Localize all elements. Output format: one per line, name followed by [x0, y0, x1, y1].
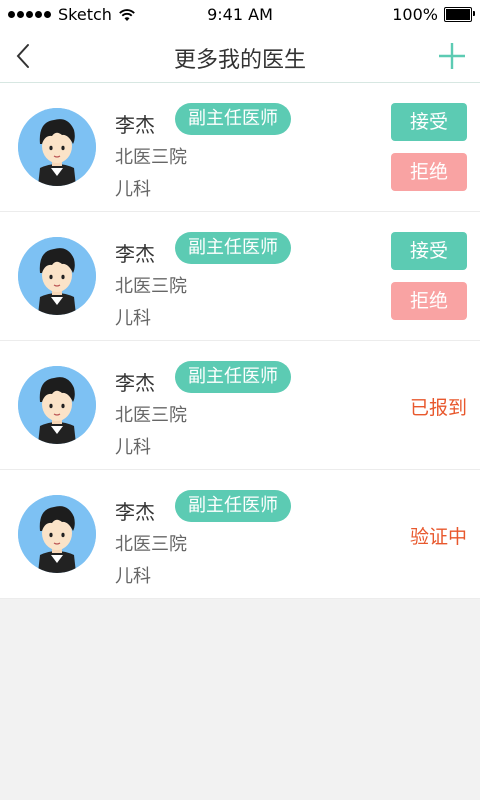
reject-button[interactable]: 拒绝 — [391, 153, 467, 191]
doctor-name: 李杰 — [115, 113, 155, 137]
doctor-row[interactable]: 李杰 副主任医师 北医三院 儿科 验证中 — [0, 470, 480, 599]
title-badge: 副主任医师 — [175, 490, 291, 522]
department-name: 儿科 — [115, 179, 151, 200]
doctor-name: 李杰 — [115, 242, 155, 266]
title-badge: 副主任医师 — [175, 361, 291, 393]
doctor-list: 李杰 副主任医师 北医三院 儿科 接受 拒绝 李杰 副主任医师 北医三院 儿科 … — [0, 83, 480, 599]
checked-in-status: 已报到 — [409, 397, 467, 419]
doctor-row[interactable]: 李杰 副主任医师 北医三院 儿科 已报到 — [0, 341, 480, 470]
hospital-name: 北医三院 — [115, 534, 187, 555]
department-name: 儿科 — [115, 308, 151, 329]
avatar — [18, 237, 96, 315]
status-bar: Sketch 9:41 AM 100% — [0, 0, 480, 30]
hospital-name: 北医三院 — [115, 276, 187, 297]
avatar — [18, 108, 96, 186]
plus-icon — [439, 43, 465, 69]
battery-percent: 100% — [392, 5, 438, 24]
title-badge: 副主任医师 — [175, 232, 291, 264]
department-name: 儿科 — [115, 566, 151, 587]
avatar — [18, 366, 96, 444]
verifying-status: 验证中 — [409, 526, 467, 548]
accept-button[interactable]: 接受 — [391, 232, 467, 270]
avatar — [18, 495, 96, 573]
nav-bar: 更多我的医生 — [0, 30, 480, 83]
accept-button[interactable]: 接受 — [391, 103, 467, 141]
screen: Sketch 9:41 AM 100% 更多我的医生 李杰 副主任医师 北医三院… — [0, 0, 480, 800]
hospital-name: 北医三院 — [115, 405, 187, 426]
hospital-name: 北医三院 — [115, 147, 187, 168]
department-name: 儿科 — [115, 437, 151, 458]
add-button[interactable] — [434, 38, 470, 74]
title-badge: 副主任医师 — [175, 103, 291, 135]
page-title: 更多我的医生 — [173, 48, 306, 73]
doctor-name: 李杰 — [115, 500, 155, 524]
status-right: 100% — [392, 5, 475, 24]
doctor-row[interactable]: 李杰 副主任医师 北医三院 儿科 接受 拒绝 — [0, 83, 480, 212]
doctor-name: 李杰 — [115, 371, 155, 395]
battery-icon — [444, 7, 475, 22]
doctor-row[interactable]: 李杰 副主任医师 北医三院 儿科 接受 拒绝 — [0, 212, 480, 341]
reject-button[interactable]: 拒绝 — [391, 282, 467, 320]
